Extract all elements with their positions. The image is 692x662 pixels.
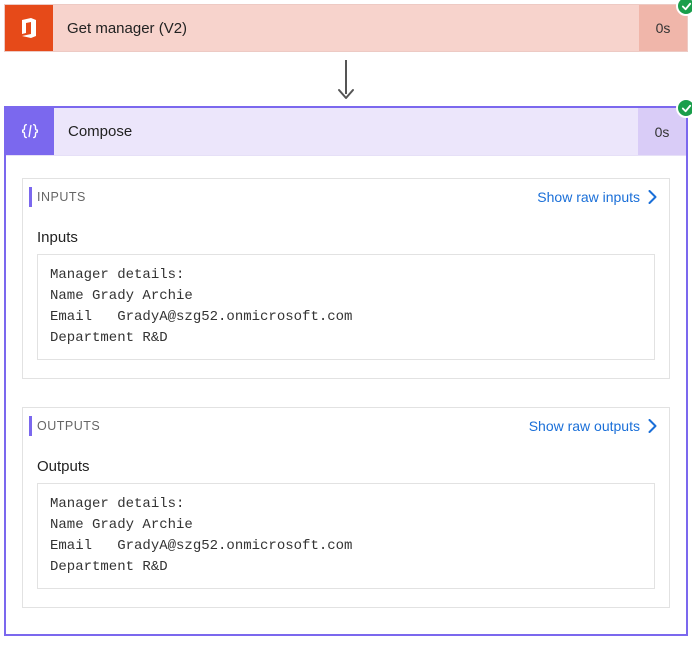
show-raw-inputs-label: Show raw inputs [537, 189, 640, 205]
chevron-right-icon [648, 190, 657, 204]
chevron-right-icon [648, 419, 657, 433]
step-header[interactable]: Compose 0s [6, 108, 686, 156]
success-badge-icon [676, 98, 692, 118]
outputs-panel-body: Outputs Manager details: Name Grady Arch… [23, 444, 669, 607]
step-get-manager[interactable]: Get manager (V2) 0s [4, 4, 688, 52]
flow-arrow-icon [4, 52, 688, 106]
step-title: Get manager (V2) [53, 5, 639, 51]
inputs-content: Manager details: Name Grady Archie Email… [37, 254, 655, 360]
braces-icon [6, 108, 54, 155]
office-icon [5, 5, 53, 51]
show-raw-outputs-label: Show raw outputs [529, 418, 640, 434]
step-compose: Compose 0s INPUTS Show raw inputs Inputs… [4, 106, 688, 636]
step-header[interactable]: Get manager (V2) 0s [4, 4, 688, 52]
outputs-label: OUTPUTS [37, 419, 100, 433]
inputs-subtitle: Inputs [37, 229, 655, 246]
step-body: INPUTS Show raw inputs Inputs Manager de… [6, 156, 686, 634]
show-raw-outputs-button[interactable]: Show raw outputs [529, 418, 657, 434]
outputs-content: Manager details: Name Grady Archie Email… [37, 483, 655, 589]
inputs-panel-body: Inputs Manager details: Name Grady Archi… [23, 215, 669, 378]
outputs-panel-head: OUTPUTS Show raw outputs [23, 408, 669, 444]
step-title: Compose [54, 108, 638, 155]
inputs-panel-head: INPUTS Show raw inputs [23, 179, 669, 215]
inputs-panel: INPUTS Show raw inputs Inputs Manager de… [22, 178, 670, 379]
outputs-subtitle: Outputs [37, 458, 655, 475]
show-raw-inputs-button[interactable]: Show raw inputs [537, 189, 657, 205]
outputs-panel: OUTPUTS Show raw outputs Outputs Manager… [22, 407, 670, 608]
inputs-label: INPUTS [37, 190, 86, 204]
